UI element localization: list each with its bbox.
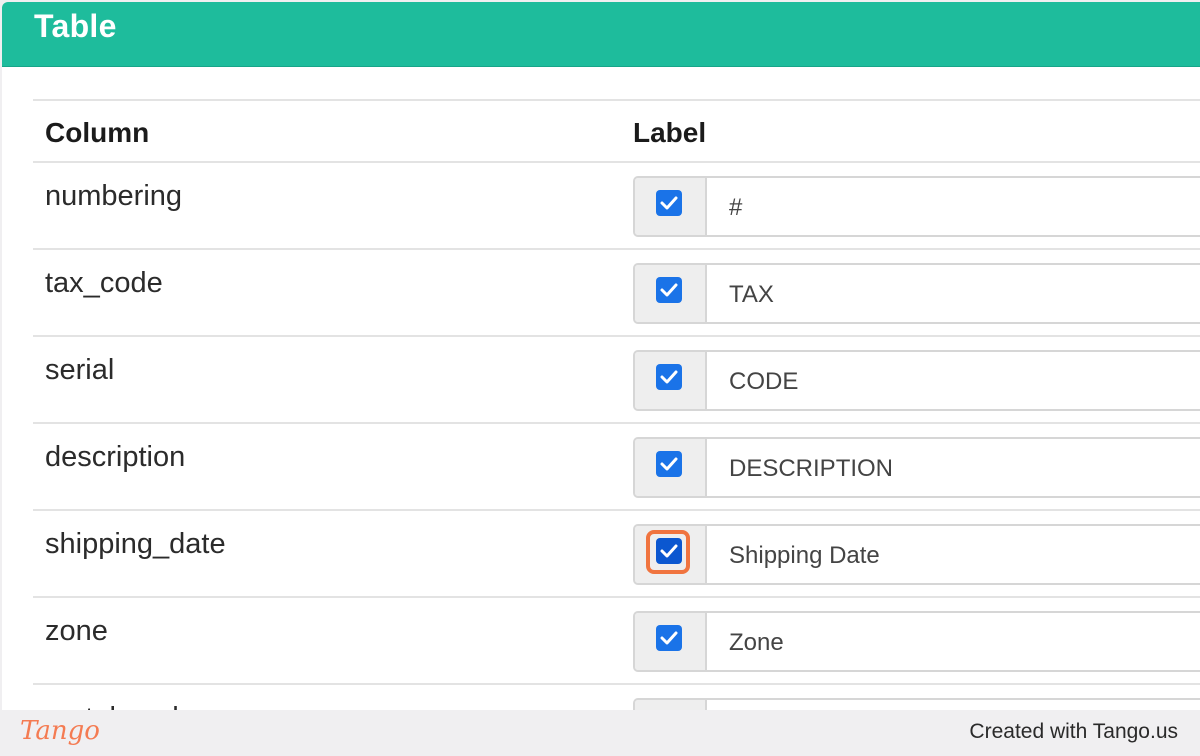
column-header: Column [45,117,150,148]
column-name: numbering [45,180,183,212]
table-row: serial [33,337,1200,424]
checkbox-addon [635,178,707,235]
column-name: metal_code [45,702,195,710]
label-field[interactable] [707,526,1200,585]
created-with-credit: Created with Tango.us [969,720,1178,743]
column-name: description [45,441,186,473]
checkbox-addon [635,613,707,670]
label-field[interactable] [707,439,1200,498]
label-input-group [633,176,1200,237]
tango-logo: Tango [20,716,100,746]
check-icon [660,370,678,384]
visibility-checkbox[interactable] [656,364,682,390]
table-row: description [33,424,1200,511]
table-row: tax_code [33,250,1200,337]
check-icon [660,457,678,471]
columns-table: Column Label numbering tax_code [33,99,1200,710]
table-settings-panel: Table Column Label numbering tax_code [2,2,1200,710]
table-row: numbering [33,163,1200,250]
checkbox-addon [635,526,707,583]
check-icon [660,544,678,558]
column-name: tax_code [45,267,163,299]
label-field[interactable] [707,613,1200,672]
column-name: shipping_date [45,528,226,560]
check-icon [660,196,678,210]
check-icon [660,631,678,645]
shipping-date-checkbox[interactable] [656,538,682,564]
panel-title: Table [34,8,117,44]
label-input-group [633,524,1200,585]
label-field[interactable] [707,265,1200,324]
checkbox-addon [635,700,707,710]
label-input-group [633,611,1200,672]
table-row: shipping_date [33,511,1200,598]
visibility-checkbox[interactable] [656,277,682,303]
table-header-row: Column Label [33,99,1200,163]
tango-footer: Tango Created with Tango.us [0,710,1200,756]
label-input-group [633,437,1200,498]
visibility-checkbox[interactable] [656,451,682,477]
panel-header: Table [2,2,1200,67]
check-icon [660,283,678,297]
label-input-group [633,350,1200,411]
checkbox-addon [635,265,707,322]
label-field[interactable] [707,352,1200,411]
column-name: zone [45,615,108,647]
table-row: zone [33,598,1200,685]
visibility-checkbox[interactable] [656,190,682,216]
column-name: serial [45,354,115,386]
label-header: Label [633,117,707,148]
table-row: metal_code [33,685,1200,710]
label-input-group [633,263,1200,324]
checkbox-addon [635,352,707,409]
visibility-checkbox[interactable] [656,625,682,651]
checkbox-addon [635,439,707,496]
label-input-group [633,698,1200,710]
label-field[interactable] [707,700,1200,710]
label-field[interactable] [707,178,1200,237]
